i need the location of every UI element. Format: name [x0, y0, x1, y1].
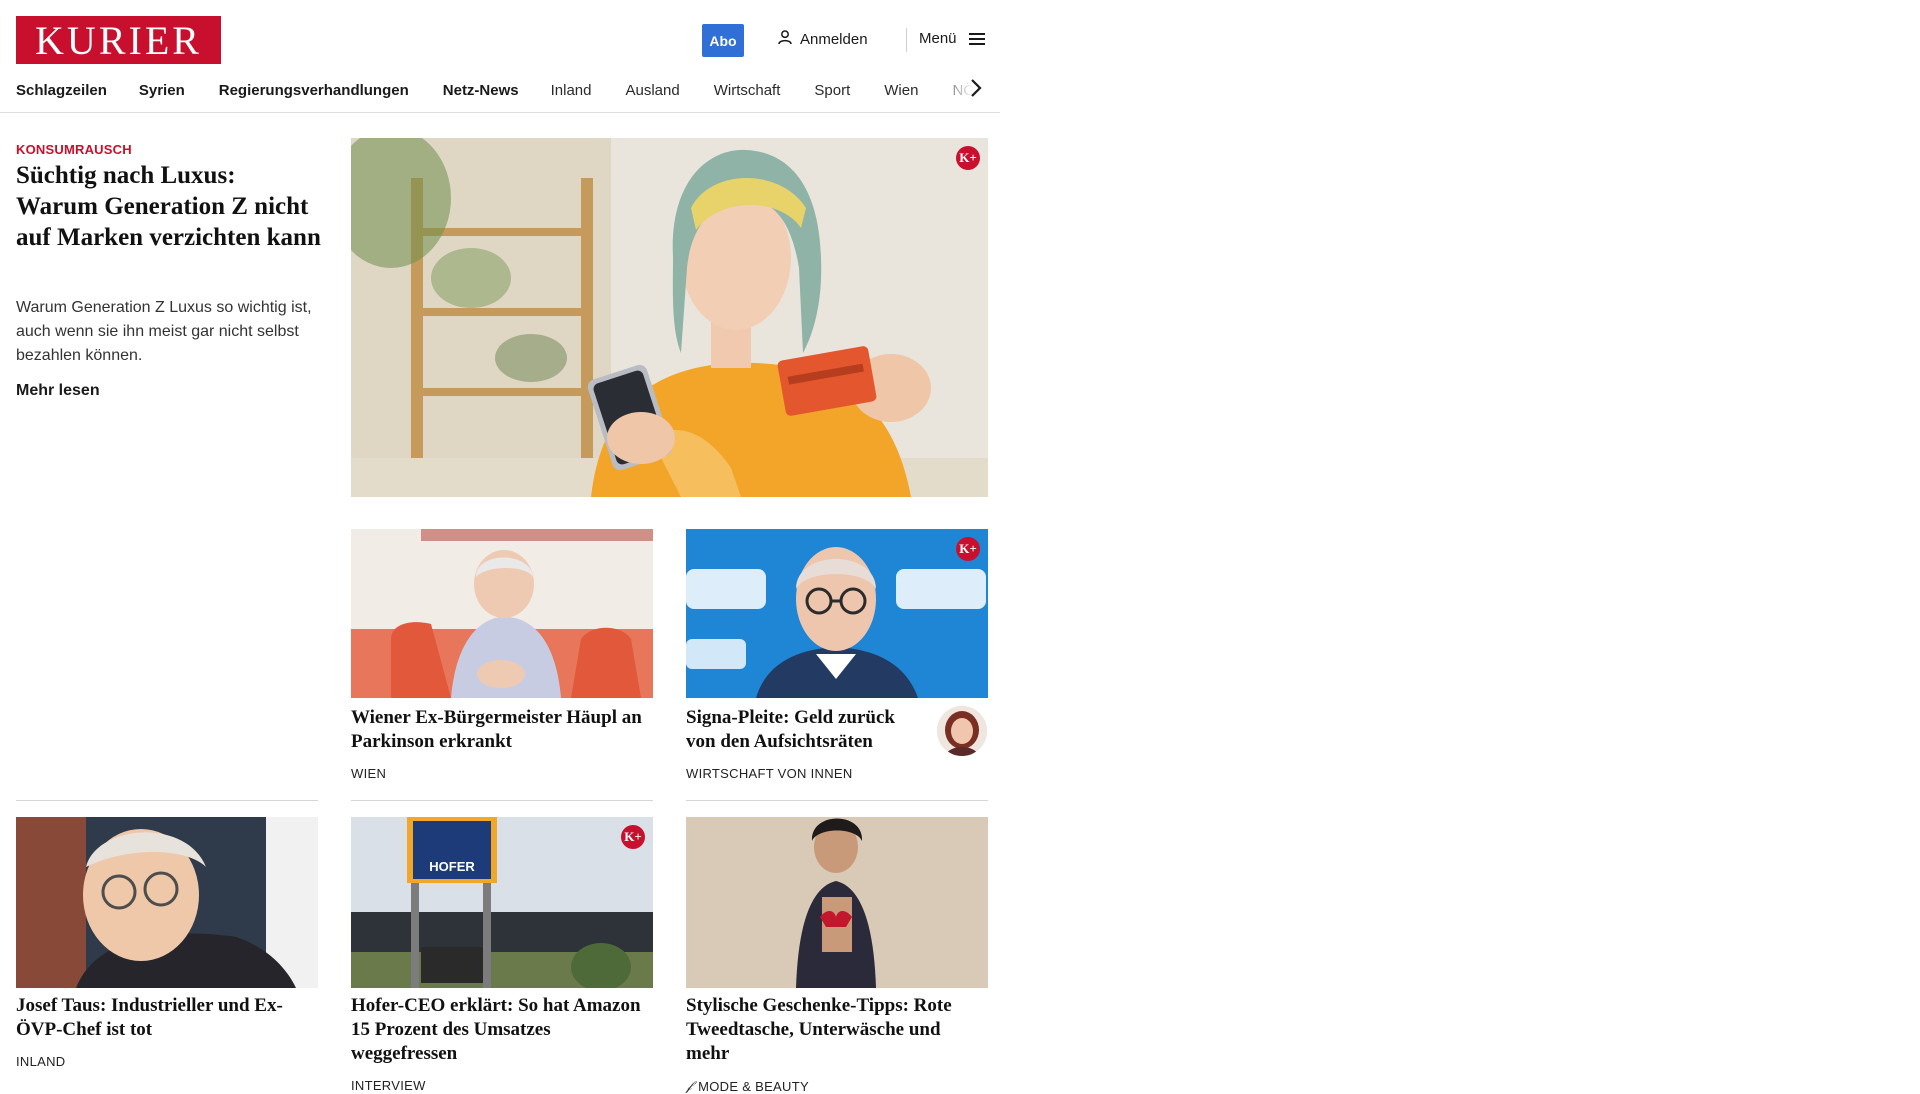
- chevron-right-icon[interactable]: [970, 78, 982, 102]
- kplus-badge-icon: K+: [621, 825, 645, 849]
- article-image-mode[interactable]: [686, 817, 988, 988]
- author-avatar[interactable]: [937, 706, 987, 756]
- article-category-label: MODE & BEAUTY: [698, 1078, 809, 1094]
- hamburger-icon: [968, 32, 985, 45]
- article-category[interactable]: INTERVIEW: [351, 1078, 426, 1093]
- article-category[interactable]: INLAND: [16, 1054, 65, 1069]
- lead-image[interactable]: K+: [351, 138, 988, 497]
- hofer-sign-text: HOFER: [429, 859, 475, 874]
- section-nav: Schlagzeilen Syrien Regierungsverhandlun…: [16, 78, 996, 102]
- login-button[interactable]: Anmelden: [778, 30, 868, 49]
- nav-item-netz-news[interactable]: Netz-News: [443, 82, 519, 99]
- kplus-badge-icon: K+: [956, 537, 980, 561]
- header-rule: [0, 112, 1000, 113]
- menu-label: Menü: [919, 30, 957, 47]
- lead-kicker[interactable]: KONSUMRAUSCH: [16, 142, 132, 157]
- nav-item-ausland[interactable]: Ausland: [626, 82, 680, 99]
- nav-item-wirtschaft[interactable]: Wirtschaft: [714, 82, 781, 99]
- lead-headline[interactable]: Süchtig nach Luxus: Warum Generation Z n…: [16, 160, 321, 253]
- article-category[interactable]: WIEN: [351, 766, 386, 781]
- user-icon: [778, 30, 792, 49]
- row-divider: [686, 800, 988, 801]
- article-image-hofer[interactable]: HOFER K+: [351, 817, 653, 988]
- nav-fade: [934, 74, 1000, 106]
- lead-teaser: Warum Generation Z Luxus so wichtig ist,…: [16, 299, 312, 364]
- abo-button[interactable]: Abo: [702, 24, 744, 57]
- page: KURIER Abo Anmelden Menü Schlagzeilen Sy…: [0, 0, 1000, 1094]
- article-headline[interactable]: Stylische Geschenke-Tipps: Rote Tweedtas…: [686, 994, 986, 1066]
- article-headline[interactable]: Wiener Ex-Bürgermeister Häupl an Parkins…: [351, 706, 651, 754]
- nav-item-syrien[interactable]: Syrien: [139, 82, 185, 99]
- article-headline[interactable]: Signa-Pleite: Geld zurück von den Aufsic…: [686, 706, 918, 754]
- fashion-icon: 𝒻: [686, 1078, 693, 1093]
- header-divider: [906, 28, 907, 52]
- row-divider: [16, 800, 318, 801]
- nav-item-schlagzeilen[interactable]: Schlagzeilen: [16, 82, 107, 99]
- article-image-haeupl[interactable]: [351, 529, 653, 698]
- article-image-signa[interactable]: K+: [686, 529, 988, 698]
- article-category[interactable]: 𝒻 MODE & BEAUTY: [686, 1078, 809, 1094]
- nav-item-inland[interactable]: Inland: [551, 82, 592, 99]
- kurier-logo[interactable]: KURIER: [16, 16, 221, 64]
- kplus-badge-icon: K+: [956, 146, 980, 170]
- nav-item-regierungsverhandlungen[interactable]: Regierungsverhandlungen: [219, 82, 409, 99]
- article-headline[interactable]: Josef Taus: Industrieller und Ex-ÖVP-Che…: [16, 994, 316, 1042]
- menu-button[interactable]: Menü: [919, 30, 985, 47]
- nav-item-sport[interactable]: Sport: [814, 82, 850, 99]
- row-divider: [351, 800, 653, 801]
- article-category[interactable]: WIRTSCHAFT VON INNEN: [686, 766, 853, 781]
- article-image-taus[interactable]: [16, 817, 318, 988]
- nav-item-wien[interactable]: Wien: [884, 82, 918, 99]
- read-more-link[interactable]: Mehr lesen: [16, 382, 100, 400]
- login-label: Anmelden: [800, 31, 868, 48]
- article-headline[interactable]: Hofer-CEO erklärt: So hat Amazon 15 Proz…: [351, 994, 651, 1066]
